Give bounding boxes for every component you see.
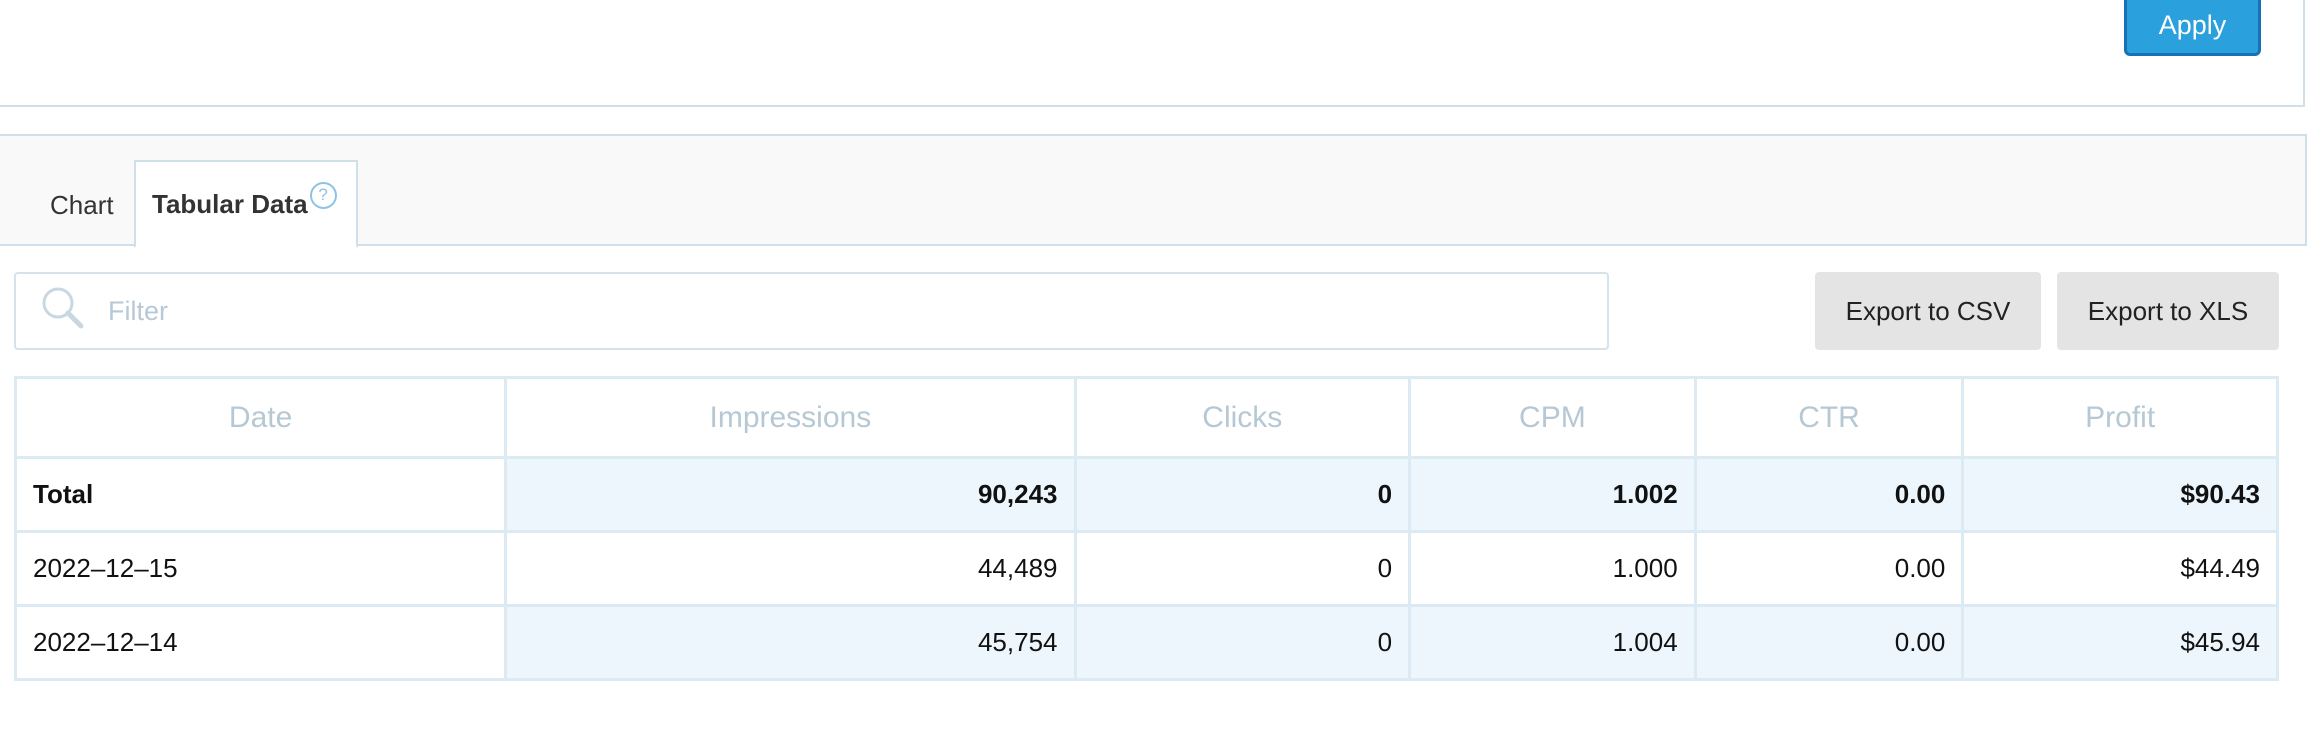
export-xls-button[interactable]: Export to XLS [2057, 272, 2279, 350]
total-profit: $90.43 [1961, 456, 2279, 533]
column-header-cpm[interactable]: CPM [1408, 376, 1697, 459]
row-cpm: 1.004 [1408, 604, 1697, 681]
row-cpm: 1.000 [1408, 530, 1697, 607]
row-clicks: 0 [1073, 530, 1412, 607]
search-icon [36, 281, 96, 341]
row-impressions: 45,754 [504, 604, 1077, 681]
column-header-date[interactable]: Date [13, 376, 508, 459]
tab-bar: Chart Tabular Data ? [0, 134, 2307, 248]
row-profit: $44.49 [1961, 530, 2279, 607]
table-header-row: Date Impressions Clicks CPM CTR Profit [13, 376, 2279, 459]
tab-chart[interactable]: Chart [50, 162, 114, 248]
row-clicks: 0 [1073, 604, 1412, 681]
row-ctr: 0.00 [1693, 604, 1965, 681]
table-row: 2022–12–14 45,754 0 1.004 0.00 $45.94 [13, 604, 2279, 681]
filter-field[interactable] [14, 272, 1609, 350]
filter-input[interactable] [108, 295, 1508, 327]
data-table: Date Impressions Clicks CPM CTR Profit T… [13, 376, 2279, 681]
tab-chart-label: Chart [50, 189, 114, 220]
total-row: Total 90,243 0 1.002 0.00 $90.43 [13, 456, 2279, 533]
column-header-ctr[interactable]: CTR [1693, 376, 1965, 459]
row-profit: $45.94 [1961, 604, 2279, 681]
report-view: Apply Chart Tabular Data ? Export to CSV… [0, 0, 2320, 752]
row-ctr: 0.00 [1693, 530, 1965, 607]
tab-tabular-data-label: Tabular Data [152, 188, 308, 219]
help-icon[interactable]: ? [309, 181, 337, 209]
filters-panel: Apply [0, 0, 2305, 107]
total-label: Total [13, 456, 508, 533]
row-date: 2022–12–15 [13, 530, 508, 607]
total-ctr: 0.00 [1693, 456, 1965, 533]
total-clicks: 0 [1073, 456, 1412, 533]
column-header-clicks[interactable]: Clicks [1073, 376, 1412, 459]
apply-button[interactable]: Apply [2124, 0, 2261, 56]
row-date: 2022–12–14 [13, 604, 508, 681]
total-impressions: 90,243 [504, 456, 1077, 533]
export-csv-button[interactable]: Export to CSV [1815, 272, 2041, 350]
total-cpm: 1.002 [1408, 456, 1697, 533]
row-impressions: 44,489 [504, 530, 1077, 607]
table-row: 2022–12–15 44,489 0 1.000 0.00 $44.49 [13, 530, 2279, 607]
column-header-impressions[interactable]: Impressions [504, 376, 1077, 459]
tab-tabular-data[interactable]: Tabular Data ? [134, 160, 358, 248]
column-header-profit[interactable]: Profit [1961, 376, 2279, 459]
